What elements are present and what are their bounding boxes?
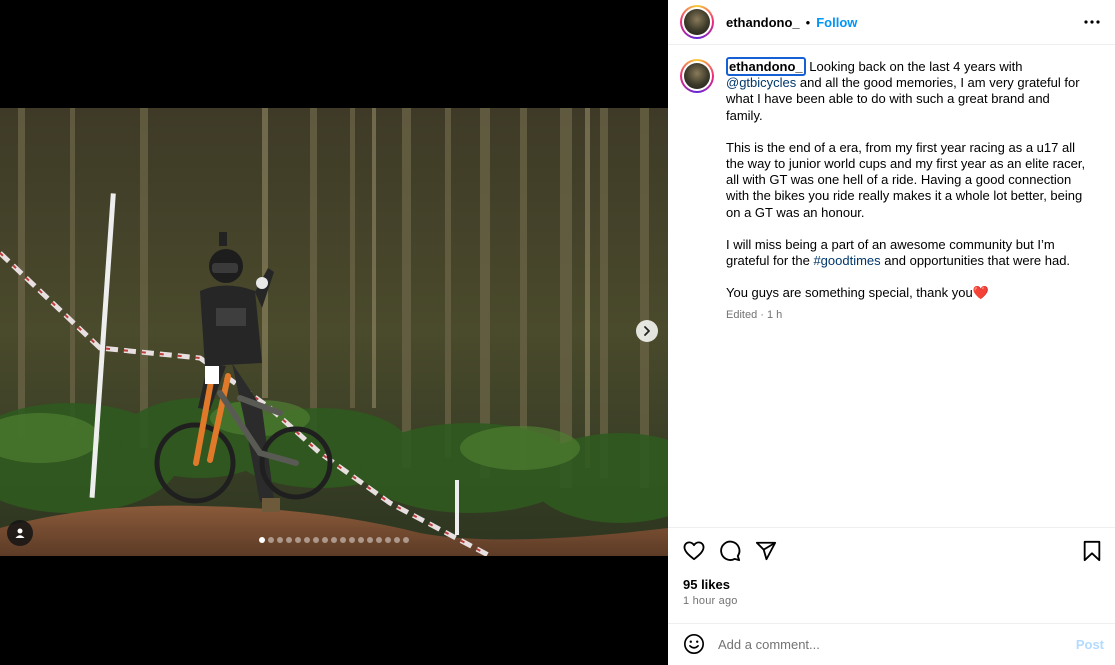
caption-paragraph-4: You guys are something special, thank yo… bbox=[726, 285, 989, 301]
carousel-dot bbox=[286, 537, 292, 543]
comment-input[interactable] bbox=[718, 636, 1076, 652]
emoji-icon bbox=[684, 634, 704, 654]
carousel-dot bbox=[268, 537, 274, 543]
carousel-dot bbox=[403, 537, 409, 543]
post-side-panel: ethandono_ • Follow ethandono_ Looking b… bbox=[668, 0, 1115, 665]
carousel-dot bbox=[367, 537, 373, 543]
chevron-right-icon bbox=[644, 326, 650, 336]
heart-icon bbox=[683, 541, 705, 561]
comment-bar: Post bbox=[682, 632, 1104, 656]
carousel-dot bbox=[349, 537, 355, 543]
media-pane bbox=[0, 0, 668, 665]
caption-username[interactable]: ethandono_ bbox=[726, 57, 806, 76]
caption-paragraph-3-text-2: and opportunities that were had. bbox=[884, 253, 1071, 269]
hashtag-link[interactable]: #goodtimes bbox=[813, 253, 880, 268]
post-comment-button[interactable]: Post bbox=[1076, 637, 1104, 652]
action-bar bbox=[682, 539, 1104, 563]
header-username[interactable]: ethandono_ bbox=[726, 15, 800, 30]
carousel-dot bbox=[304, 537, 310, 543]
mention-link[interactable]: @gtbicycles bbox=[726, 75, 796, 90]
comment-bubble-icon bbox=[720, 540, 741, 562]
mountain-bike-forest-photo bbox=[0, 108, 668, 556]
carousel-dot bbox=[385, 537, 391, 543]
post-photo[interactable] bbox=[0, 108, 668, 556]
caption-avatar[interactable] bbox=[680, 59, 714, 93]
carousel-indicator bbox=[0, 537, 668, 543]
share-button[interactable] bbox=[754, 539, 778, 563]
post-time[interactable]: 1 hour ago bbox=[683, 595, 738, 607]
next-slide-button[interactable] bbox=[636, 320, 658, 342]
bookmark-icon bbox=[1083, 540, 1101, 562]
carousel-dot bbox=[277, 537, 283, 543]
caption-paragraph: ethandono_ Looking back on the last 4 ye… bbox=[726, 57, 1088, 124]
divider bbox=[668, 527, 1115, 528]
carousel-dot bbox=[295, 537, 301, 543]
edited-meta: Edited · 1 h bbox=[726, 309, 783, 322]
carousel-dot bbox=[322, 537, 328, 543]
caption-paragraph-3: I will miss being a part of an awesome c… bbox=[726, 237, 1088, 269]
header-separator: • bbox=[805, 14, 811, 30]
carousel-dot bbox=[358, 537, 364, 543]
carousel-dot bbox=[313, 537, 319, 543]
emoji-button[interactable] bbox=[682, 632, 706, 656]
carousel-dot bbox=[259, 537, 265, 543]
divider bbox=[668, 623, 1115, 624]
caption-body: ethandono_ Looking back on the last 4 ye… bbox=[726, 57, 1088, 324]
comment-button[interactable] bbox=[718, 539, 742, 563]
carousel-dot bbox=[340, 537, 346, 543]
avatar[interactable] bbox=[680, 5, 714, 39]
carousel-dot bbox=[394, 537, 400, 543]
follow-button[interactable]: Follow bbox=[816, 15, 857, 30]
likes-count[interactable]: 95 likes bbox=[683, 577, 730, 592]
caption: ethandono_ Looking back on the last 4 ye… bbox=[680, 57, 1101, 324]
carousel-dot bbox=[376, 537, 382, 543]
caption-paragraph-2: This is the end of a era, from my first … bbox=[726, 139, 1086, 220]
more-options-icon bbox=[1084, 20, 1100, 24]
caption-text: Looking back on the last 4 years with bbox=[809, 59, 1023, 74]
carousel-dot bbox=[331, 537, 337, 543]
paper-plane-icon bbox=[755, 541, 777, 561]
more-options-button[interactable] bbox=[1083, 13, 1101, 31]
post-header: ethandono_ • Follow bbox=[668, 0, 1115, 45]
like-button[interactable] bbox=[682, 539, 706, 563]
save-button[interactable] bbox=[1080, 539, 1104, 563]
